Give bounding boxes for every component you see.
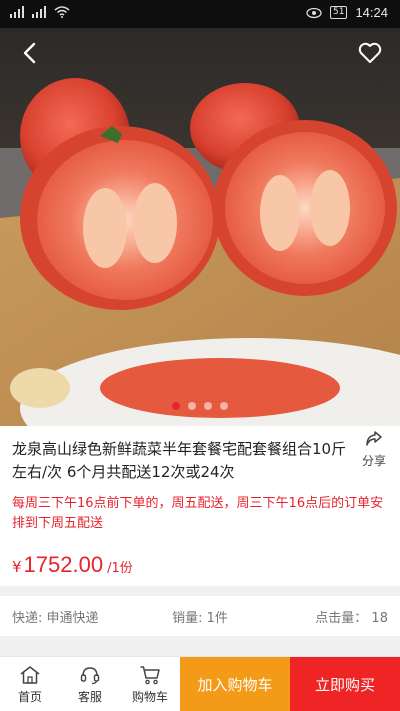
product-image-carousel[interactable] [0, 28, 400, 426]
signal-icon-2 [32, 6, 46, 18]
headset-icon [80, 666, 100, 684]
share-icon [366, 431, 382, 446]
product-image [0, 28, 400, 426]
product-title: 龙泉高山绿色新鲜蔬菜半年套餐宅配套餐组合10斤左右/次 6个月共配送12次或24… [12, 440, 347, 481]
carousel-indicator [0, 402, 400, 410]
delivery-info: 快递: 申通快递 [12, 610, 99, 626]
service-tab-label: 客服 [77, 689, 102, 704]
section-divider [0, 636, 400, 656]
cart-tab[interactable]: 购物车 [120, 657, 180, 711]
section-divider [0, 586, 400, 596]
chevron-left-icon [23, 42, 36, 64]
currency-symbol: ¥ [12, 558, 22, 576]
add-to-cart-button[interactable]: 加入购物车 [180, 657, 290, 711]
home-tab-label: 首页 [17, 689, 42, 704]
status-bar: 51 14:24 [0, 0, 400, 28]
price: 1752.00 [23, 552, 104, 577]
price-row: ¥ 1752.00 /1份 [12, 552, 133, 578]
wifi-icon [54, 6, 70, 18]
status-left [10, 6, 70, 18]
buy-now-button[interactable]: 立即购买 [290, 657, 400, 711]
favorite-button[interactable] [354, 38, 386, 68]
carousel-dot[interactable] [188, 402, 196, 410]
heart-icon [358, 42, 382, 63]
signal-icon [10, 6, 24, 18]
sales-count: 销量: 1件 [172, 610, 228, 626]
carousel-dot[interactable] [172, 402, 180, 410]
battery-indicator: 51 [330, 6, 348, 19]
cart-tab-label: 购物车 [131, 689, 168, 704]
share-button[interactable]: 分享 [360, 430, 388, 469]
share-label: 分享 [361, 454, 386, 468]
service-tab[interactable]: 客服 [60, 657, 120, 711]
product-meta: 快递: 申通快递 销量: 1件 点击量： 18 [0, 596, 400, 636]
home-tab[interactable]: 首页 [0, 657, 60, 711]
product-title-row: 龙泉高山绿色新鲜蔬菜半年套餐宅配套餐组合10斤左右/次 6个月共配送12次或24… [0, 426, 400, 488]
carousel-dot[interactable] [204, 402, 212, 410]
status-right: 51 14:24 [306, 5, 388, 20]
status-time: 14:24 [355, 5, 388, 20]
delivery-notice: 每周三下午16点前下单的，周五配送，周三下午16点后的订单安排到下周五配送 [12, 496, 384, 531]
cart-icon [140, 665, 160, 684]
click-count: 点击量： 18 [315, 610, 388, 626]
back-button[interactable] [14, 38, 44, 68]
home-icon [20, 665, 40, 684]
eye-icon [306, 7, 322, 18]
bottom-action-bar: 首页 客服 购物车 加入购物车 立即购买 [0, 656, 400, 711]
carousel-dot[interactable] [220, 402, 228, 410]
price-unit: /1份 [107, 561, 133, 576]
